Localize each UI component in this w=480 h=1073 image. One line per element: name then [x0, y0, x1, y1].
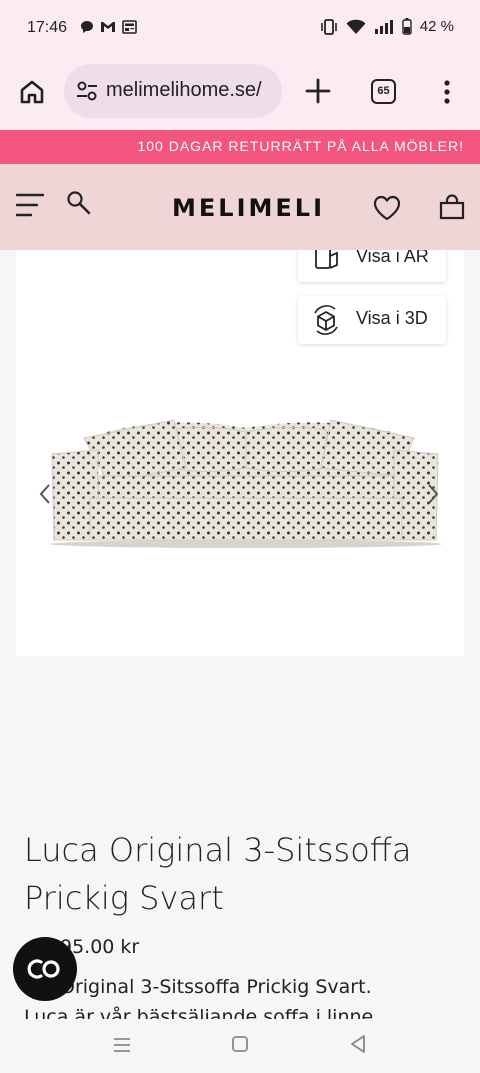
url-text[interactable]: melimelihome.se/: [106, 79, 274, 102]
view-in-ar-label: Visa i AR: [356, 250, 429, 266]
promo-banner[interactable]: 100 DAGAR RETURRÄTT PÅ ALLA MÖBLER!: [0, 130, 480, 164]
product-description: Original 3-Sitssoffa Prickig Svart.: [60, 976, 372, 998]
new-tab-icon[interactable]: [303, 76, 333, 106]
browser-toolbar: melimelihome.se/ 65: [0, 64, 480, 118]
browser-chrome: 17:46 42 % melimelihome.se/ 65: [0, 0, 480, 130]
next-image-arrow-icon[interactable]: [426, 482, 440, 506]
hamburger-menu-icon[interactable]: [16, 191, 44, 219]
system-navigation-bar: [0, 1019, 480, 1073]
wifi-icon: [346, 19, 366, 34]
chat-bubble-icon: [81, 21, 93, 33]
vibrate-icon: [320, 18, 337, 35]
site-logo[interactable]: MELIMELI: [172, 194, 325, 222]
search-icon[interactable]: [66, 190, 92, 216]
view-in-3d-button[interactable]: Visa i 3D: [298, 296, 446, 344]
previous-image-arrow-icon[interactable]: [38, 482, 52, 506]
battery-percent: 42 %: [419, 18, 454, 35]
gmail-icon: [101, 22, 115, 32]
shopping-bag-icon[interactable]: [438, 193, 466, 221]
3d-cube-icon: [314, 305, 338, 335]
more-menu-icon[interactable]: [437, 78, 457, 106]
wishlist-heart-icon[interactable]: [372, 194, 402, 222]
site-header: MELIMELI: [0, 164, 480, 250]
notification-icons: [80, 20, 137, 34]
system-icons: 42 %: [320, 18, 454, 35]
status-bar: 17:46 42 %: [0, 0, 480, 56]
view-in-3d-label: Visa i 3D: [356, 308, 428, 328]
promo-text: 100 DAGAR RETURRÄTT PÅ ALLA MÖBLER!: [137, 138, 464, 154]
product-gallery[interactable]: Visa i AR Visa i 3D: [16, 250, 464, 656]
battery-icon: [402, 18, 412, 35]
sofa-product-image: [50, 419, 442, 548]
home-icon[interactable]: [18, 78, 46, 106]
chat-logo-icon: [27, 959, 60, 979]
product-title: Luca Original 3-Sitssoffa Prickig Svart: [24, 831, 412, 917]
view-in-ar-button[interactable]: Visa i AR: [298, 250, 446, 282]
back-button-icon[interactable]: [348, 1033, 368, 1055]
url-bar[interactable]: melimelihome.se/: [64, 64, 282, 118]
recent-apps-icon[interactable]: [112, 1035, 132, 1055]
signal-icon: [374, 19, 393, 34]
product-description-continued: Luca är vår bästsäljande soffa i linne: [24, 1006, 374, 1020]
news-icon: [122, 20, 137, 34]
chat-button[interactable]: [13, 937, 77, 1001]
ar-icon: [315, 250, 338, 269]
status-time: 17:46: [27, 19, 68, 36]
home-button-icon[interactable]: [231, 1035, 249, 1053]
tab-switcher-button[interactable]: 65: [371, 79, 396, 104]
site-settings-icon[interactable]: [76, 80, 98, 102]
